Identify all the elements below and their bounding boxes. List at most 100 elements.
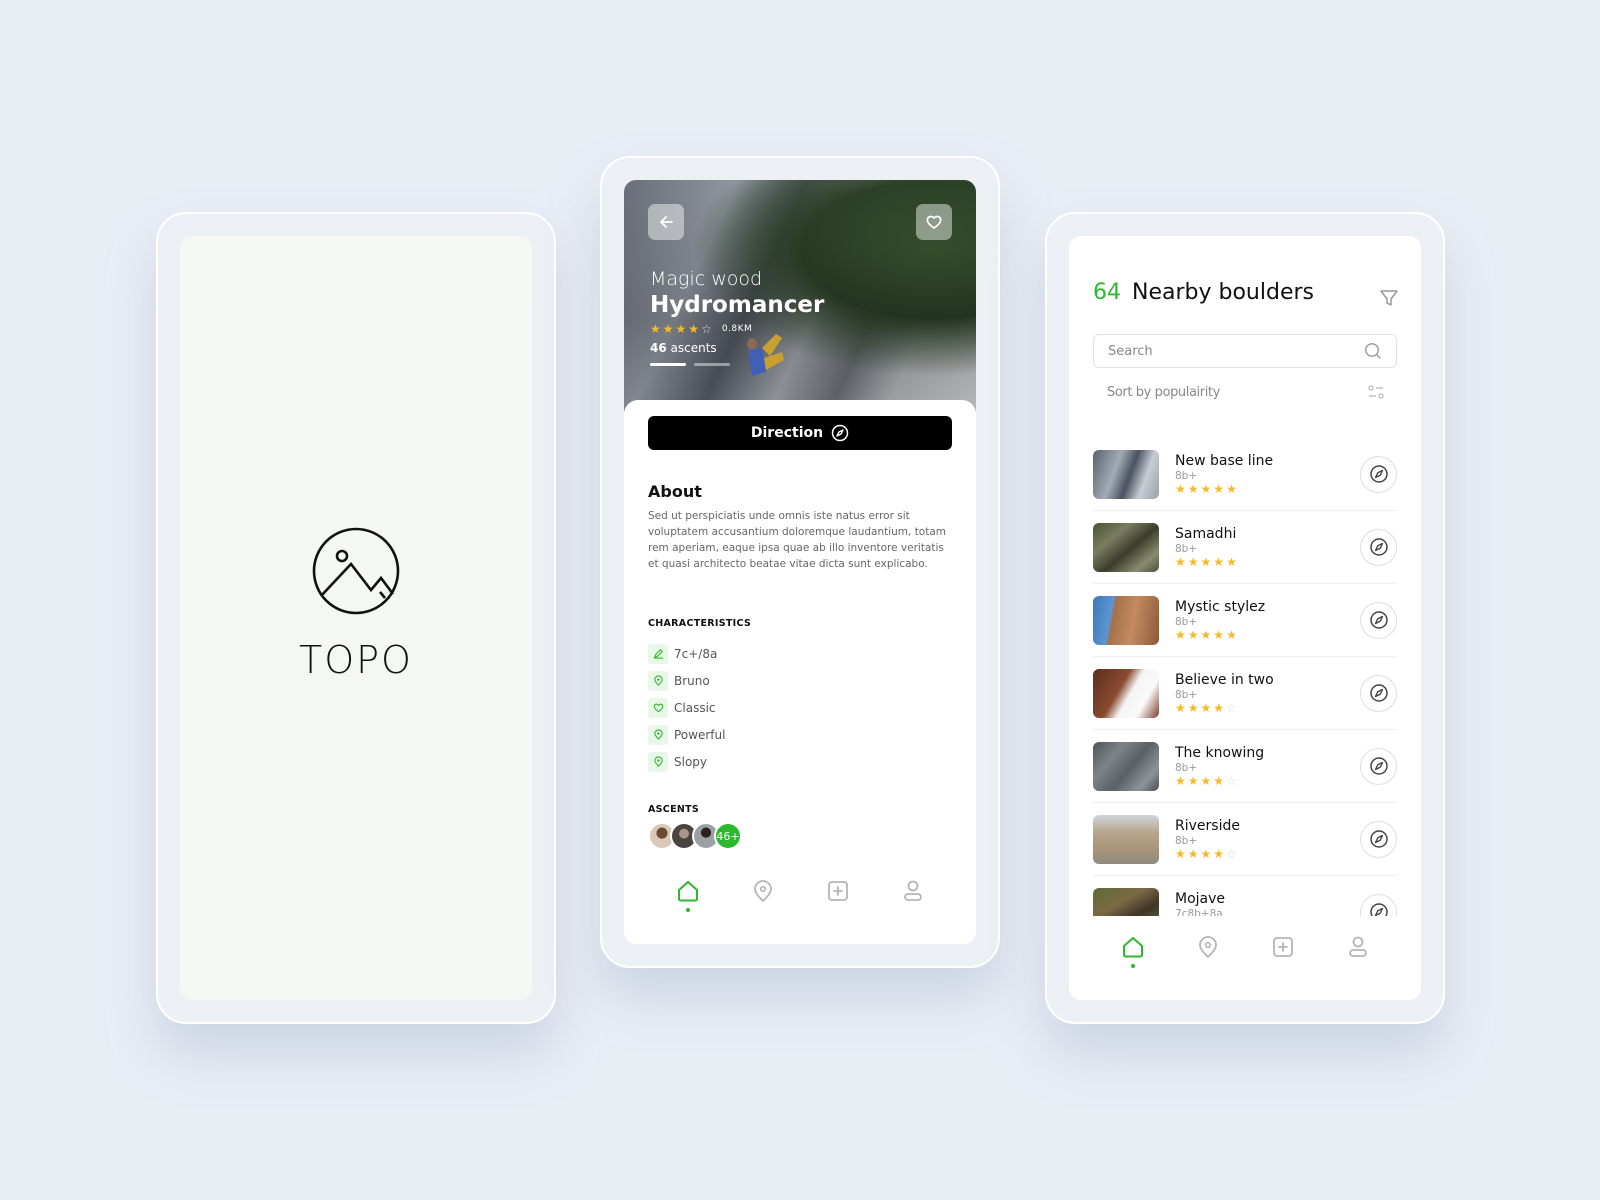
distance: 0.8KM — [721, 324, 753, 334]
boulder-name: Mystic stylez — [1175, 599, 1266, 615]
back-button[interactable] — [648, 204, 684, 240]
navigate-button[interactable] — [1360, 674, 1397, 712]
boulder-list-item[interactable]: Riverside 8b+ ★ ★ ★ ★ ☆ — [1093, 803, 1397, 876]
tab-home[interactable] — [674, 875, 702, 915]
ascents-number: 46 — [650, 341, 667, 355]
boulder-name: Samadhi — [1175, 526, 1237, 542]
ascent-avatars[interactable]: 46+ — [648, 822, 742, 850]
tab-map[interactable] — [1194, 931, 1222, 971]
star-filled-icon: ★ — [1213, 774, 1225, 788]
filter-button[interactable] — [1379, 288, 1399, 312]
tab-add[interactable] — [1269, 931, 1297, 971]
compass-icon — [1369, 903, 1388, 916]
star-filled-icon: ★ — [650, 322, 661, 336]
app-name: TOPO — [299, 638, 413, 682]
boulder-thumbnail — [1093, 814, 1159, 864]
navigate-button[interactable] — [1360, 820, 1397, 858]
star-empty-icon: ☆ — [1226, 774, 1237, 788]
navigate-button[interactable] — [1360, 528, 1397, 566]
carousel-dot-2[interactable] — [694, 363, 730, 366]
star-filled-icon: ★ — [1187, 701, 1199, 715]
carousel-dot-1[interactable] — [650, 363, 686, 366]
hero-info: Magic wood Hydromancer ★ ★ ★ ★ ☆ 0.8KM 46 as… — [650, 268, 824, 366]
tab-profile[interactable] — [1344, 931, 1372, 971]
navigate-button[interactable] — [1360, 601, 1397, 639]
active-tab-indicator — [685, 907, 690, 912]
boulder-name: Mojave — [1175, 891, 1226, 907]
tab-add[interactable] — [824, 875, 852, 915]
characteristic-item: Bruno — [648, 667, 725, 694]
compass-icon — [1369, 611, 1388, 629]
tab-map[interactable] — [749, 875, 777, 915]
boulder-list-item[interactable]: New base line 8b+ ★ ★ ★ ★ ★ — [1093, 438, 1397, 511]
boulder-list-item[interactable]: Believe in two 8b+ ★ ★ ★ ★ ☆ — [1093, 657, 1397, 730]
sort-control[interactable]: Sort by populairity — [1093, 384, 1397, 400]
star-filled-icon: ★ — [1175, 555, 1186, 569]
detail-device: Magic wood Hydromancer ★ ★ ★ ★ ☆ 0.8KM 46 as… — [600, 156, 1000, 968]
heart-icon — [926, 215, 942, 230]
boulder-name: Riverside — [1175, 818, 1240, 834]
boulder-list-item[interactable]: Mojave7c8b+8a★★★★☆ — [1093, 876, 1397, 916]
characteristics-list: 7c+/8a Bruno Classic Powerful Slopy — [648, 640, 725, 775]
star-filled-icon: ★ — [1187, 555, 1199, 569]
boulder-list-item[interactable]: Mystic stylez 8b+ ★ ★ ★ ★ ★ — [1093, 584, 1397, 657]
location-pin-icon — [1198, 935, 1217, 958]
star-filled-icon: ★ — [1200, 555, 1212, 569]
bottom-tab-bar — [624, 870, 976, 920]
search-field[interactable] — [1093, 334, 1397, 368]
ascents-label: ascents — [670, 341, 717, 355]
boulder-list-item[interactable]: The knowing 8b+ ★ ★ ★ ★ ☆ — [1093, 730, 1397, 803]
boulder-list-item[interactable]: Samadhi 8b+ ★ ★ ★ ★ ★ — [1093, 511, 1397, 584]
tab-home[interactable] — [1119, 931, 1147, 971]
boulder-info: The knowing 8b+ ★ ★ ★ ★ ☆ — [1175, 745, 1360, 787]
more-ascents-badge[interactable]: 46+ — [714, 822, 742, 850]
boulder-thumbnail — [1093, 449, 1159, 499]
active-tab-indicator — [1130, 963, 1135, 968]
navigate-button[interactable] — [1360, 747, 1397, 785]
star-filled-icon: ★ — [1213, 847, 1225, 861]
star-filled-icon: ★ — [1175, 847, 1186, 861]
location-pin-icon — [653, 756, 663, 767]
search-input[interactable] — [1108, 343, 1364, 359]
about-title: About — [648, 482, 702, 501]
rating-stars: ★ ★ ★ ★ ★ — [1175, 556, 1360, 568]
characteristic-label: Slopy — [674, 754, 708, 769]
star-filled-icon: ★ — [1213, 701, 1225, 715]
direction-label: Direction — [750, 425, 824, 441]
splash-screen: TOPO — [180, 236, 532, 1000]
pencil-icon — [653, 649, 663, 659]
navigate-button[interactable] — [1360, 893, 1397, 916]
navigate-button[interactable] — [1360, 455, 1397, 493]
star-filled-icon: ★ — [1213, 482, 1225, 496]
compass-icon — [831, 424, 849, 442]
about-text: Sed ut perspiciatis unde omnis iste natu… — [648, 510, 947, 570]
splash-device: TOPO — [156, 212, 556, 1024]
star-filled-icon: ★ — [1187, 847, 1199, 861]
characteristic-item: 7c+/8a — [648, 640, 725, 667]
ascents-count: 46 ascents — [650, 341, 824, 355]
search-icon[interactable] — [1364, 342, 1382, 360]
heart-icon — [653, 703, 663, 713]
rating-stars: ★ ★ ★ ★ ☆ — [1175, 848, 1360, 860]
tab-profile[interactable] — [899, 875, 927, 915]
ascents-section-label: ASCENTS — [648, 804, 700, 815]
rating-stars: ★ ★ ★ ★ ★ — [1175, 629, 1360, 641]
star-filled-icon: ★ — [1200, 628, 1212, 642]
direction-button[interactable]: Direction — [648, 416, 952, 450]
boulder-count: 64 — [1093, 280, 1121, 305]
boulder-area: Magic wood — [650, 268, 763, 290]
list-screen: 64 Nearby boulders Sort by populairity N… — [1069, 236, 1421, 1000]
boulder-name: Believe in two — [1175, 672, 1274, 688]
star-filled-icon: ★ — [1213, 555, 1225, 569]
bottom-tab-bar — [1069, 926, 1421, 976]
star-filled-icon: ★ — [1213, 628, 1225, 642]
mountain-circle-icon — [312, 527, 400, 615]
characteristic-item: Classic — [648, 694, 725, 721]
list-device: 64 Nearby boulders Sort by populairity N… — [1045, 212, 1445, 1024]
star-filled-icon: ★ — [1226, 555, 1237, 569]
detail-screen: Magic wood Hydromancer ★ ★ ★ ★ ☆ 0.8KM 46 as… — [624, 180, 976, 944]
boulder-grade: 8b+ — [1175, 689, 1198, 701]
sliders-icon[interactable] — [1367, 384, 1385, 400]
favorite-button[interactable] — [916, 204, 952, 240]
sort-label: Sort by populairity — [1107, 384, 1220, 400]
